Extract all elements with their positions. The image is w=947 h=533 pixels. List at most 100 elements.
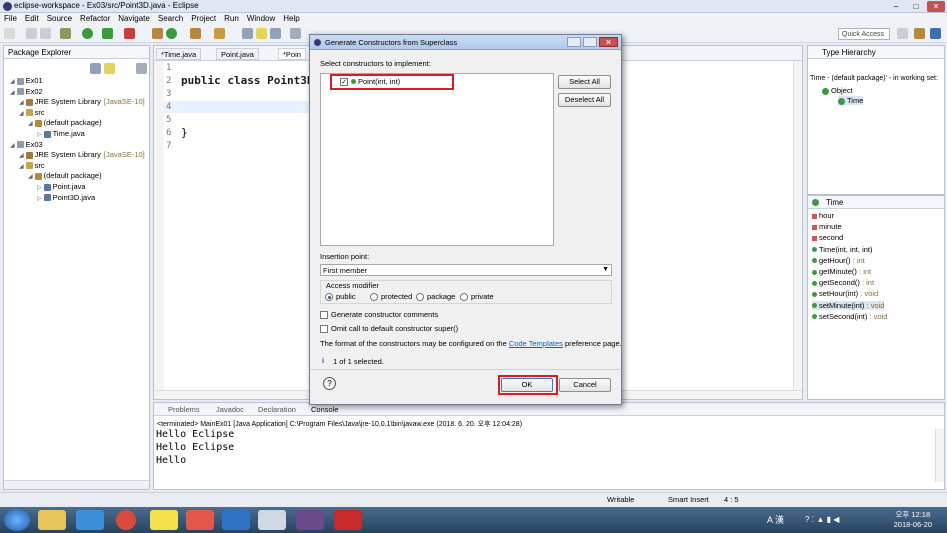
tree-item[interactable]: ◢ JRE System Library [JavaSE-10] [19, 97, 145, 106]
tab-javadoc[interactable]: Javadoc [216, 405, 244, 414]
view-menu-icon[interactable] [136, 63, 147, 74]
vertical-scrollbar[interactable] [935, 429, 944, 482]
member-item[interactable]: getHour() : int [812, 256, 865, 265]
menu-project[interactable]: Project [187, 13, 220, 23]
insertion-point-select[interactable]: First member ▼ [320, 264, 612, 276]
menu-run[interactable]: Run [220, 13, 243, 23]
menu-source[interactable]: Source [43, 13, 76, 23]
menu-navigate[interactable]: Navigate [114, 13, 154, 23]
tree-item[interactable]: ◢ Ex01 [10, 76, 43, 85]
member-item[interactable]: getMinute() : int [812, 267, 871, 276]
menu-window[interactable]: Window [243, 13, 279, 23]
perspective-icon[interactable] [897, 28, 908, 39]
hierarchy-item-time[interactable]: Time [838, 96, 864, 105]
new-class-icon[interactable] [166, 28, 177, 39]
menu-file[interactable]: File [0, 13, 21, 23]
expand-icon[interactable]: ▷ [37, 132, 42, 138]
member-item[interactable]: setSecond(int) : void [812, 312, 887, 321]
expand-icon[interactable]: ◢ [28, 121, 33, 127]
expand-icon[interactable]: ▷ [37, 185, 42, 191]
visual-studio-icon[interactable] [222, 510, 250, 530]
tree-item[interactable]: ▷ Point3D.java [37, 193, 95, 202]
input-language-indicator[interactable]: A 漢 [767, 513, 784, 526]
pin-icon[interactable] [270, 28, 281, 39]
editor-tab-point[interactable]: Point.java [216, 48, 259, 60]
member-item[interactable]: hour [812, 211, 834, 220]
print-icon[interactable] [40, 28, 51, 39]
back-icon[interactable] [290, 28, 301, 39]
start-button[interactable] [4, 509, 30, 531]
tree-item[interactable]: ◢ (default package) [28, 171, 102, 180]
close-button[interactable]: ✕ [927, 1, 945, 12]
tree-item[interactable]: ◢ src [19, 108, 45, 117]
member-item[interactable]: second [812, 233, 843, 242]
menu-help[interactable]: Help [279, 13, 303, 23]
editor-tab-time[interactable]: *Time.java [156, 48, 202, 60]
app-icon[interactable] [186, 510, 214, 530]
toggle-mark-icon[interactable] [256, 28, 267, 39]
external-tools-icon[interactable] [102, 28, 113, 39]
expand-icon[interactable]: ▷ [37, 196, 42, 202]
new-java-package-icon[interactable] [152, 28, 163, 39]
annotation-icon[interactable] [242, 28, 253, 39]
expand-icon[interactable]: ◢ [10, 90, 15, 96]
maximize-button[interactable]: □ [907, 1, 925, 12]
open-type-icon[interactable] [190, 28, 201, 39]
editor-tab-point3d[interactable]: *Poin [278, 48, 306, 60]
coverage-icon[interactable] [124, 28, 135, 39]
type-hierarchy-tab[interactable]: Type Hierarchy [808, 46, 944, 59]
omit-super-checkbox[interactable] [320, 325, 328, 334]
constructor-list[interactable] [320, 73, 554, 246]
horizontal-scrollbar[interactable] [4, 480, 149, 489]
radio-button[interactable] [370, 293, 378, 302]
tree-item[interactable]: ◢ Ex02 [10, 87, 43, 96]
member-item[interactable]: setHour(int) : void [812, 289, 878, 298]
minimize-button[interactable] [567, 37, 581, 47]
tree-item[interactable]: ◢ (default package) [28, 118, 102, 127]
radio-package[interactable]: package [416, 292, 455, 302]
maximize-button[interactable] [583, 37, 597, 47]
chrome-icon[interactable] [116, 510, 136, 530]
deselect-all-button[interactable]: Deselect All [558, 93, 611, 107]
search-tool-icon[interactable] [258, 510, 286, 530]
radio-public[interactable]: public [325, 292, 356, 302]
tree-item[interactable]: ◢ JRE System Library [JavaSE-10] [19, 150, 145, 159]
vertical-scrollbar[interactable] [793, 61, 802, 391]
expand-icon[interactable]: ◢ [28, 174, 33, 180]
tab-declaration[interactable]: Declaration [258, 405, 296, 414]
kakaotalk-icon[interactable] [150, 510, 178, 530]
quick-access-input[interactable]: Quick Access [838, 28, 890, 40]
menu-refactor[interactable]: Refactor [76, 13, 114, 23]
tray-icons[interactable]: ? ⁚ ▲ ▮ ◀ [805, 515, 839, 524]
java-ee-perspective-icon[interactable] [914, 28, 925, 39]
package-explorer-tab[interactable]: Package Explorer [4, 46, 149, 59]
member-item[interactable]: setMinute(int) : void [812, 300, 885, 310]
tab-problems[interactable]: Problems [168, 405, 200, 414]
tree-item[interactable]: ◢ Ex03 [10, 140, 43, 149]
minimize-button[interactable]: – [887, 1, 905, 12]
internet-explorer-icon[interactable] [76, 510, 104, 530]
tree-item[interactable]: ▷ Point.java [37, 182, 86, 191]
expand-icon[interactable]: ◢ [10, 143, 15, 149]
radio-button[interactable] [325, 293, 333, 302]
menu-edit[interactable]: Edit [21, 13, 43, 23]
radio-private[interactable]: private [460, 292, 494, 302]
eclipse-taskbar-icon[interactable] [296, 510, 324, 530]
link-editor-icon[interactable] [104, 63, 115, 74]
expand-icon[interactable]: ◢ [19, 153, 24, 159]
hierarchy-item-object[interactable]: Object [822, 86, 853, 95]
tree-item[interactable]: ▷ Time.java [37, 129, 85, 138]
save-icon[interactable] [26, 28, 37, 39]
tree-item[interactable]: ◢ src [19, 161, 45, 170]
radio-button[interactable] [416, 293, 424, 302]
expand-icon[interactable]: ◢ [19, 164, 24, 170]
radio-button[interactable] [460, 293, 468, 302]
expand-icon[interactable]: ◢ [19, 111, 24, 117]
member-item[interactable]: Time(int, int, int) [812, 245, 872, 254]
member-item[interactable]: getSecond() : int [812, 278, 874, 287]
tab-console[interactable]: Console [311, 405, 339, 414]
debug-icon[interactable] [60, 28, 71, 39]
dialog-title-bar[interactable]: Generate Constructors from Superclass ✕ [310, 35, 621, 50]
acrobat-icon[interactable] [334, 510, 362, 530]
radio-protected[interactable]: protected [370, 292, 412, 302]
